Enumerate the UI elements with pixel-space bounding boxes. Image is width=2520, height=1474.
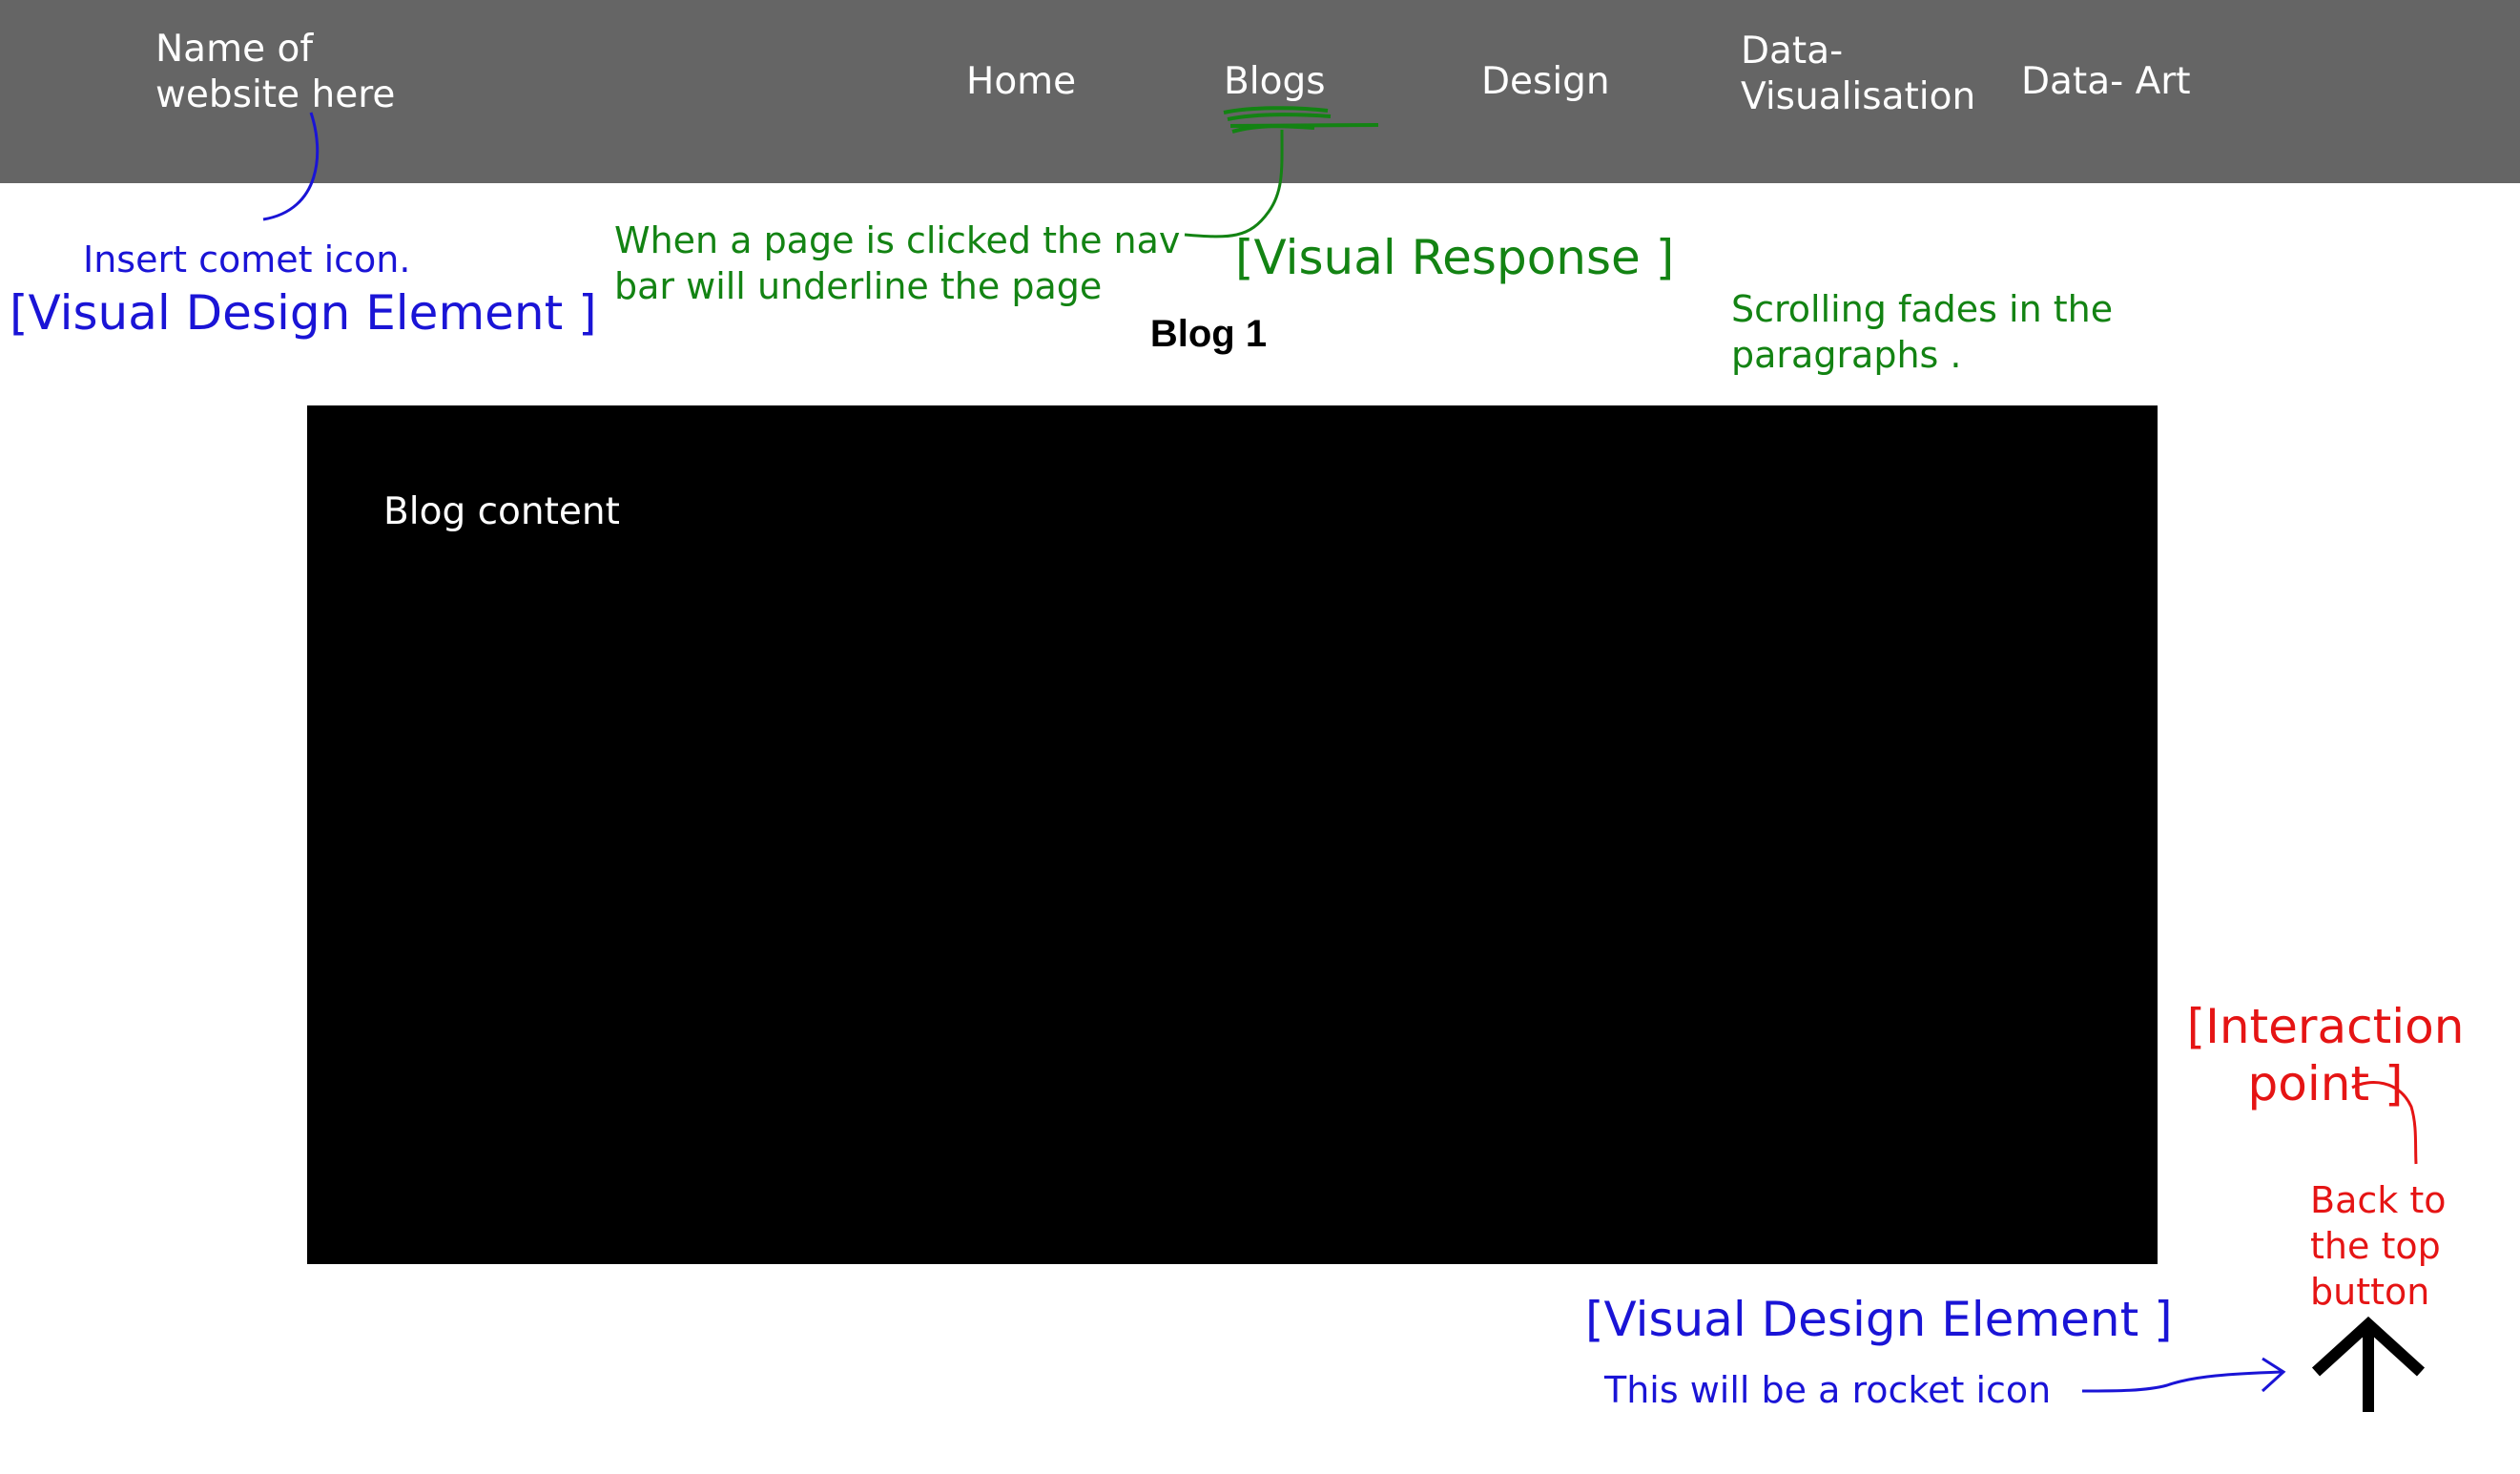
rocket-icon-note: This will be a rocket icon <box>1604 1369 2052 1411</box>
scroll-fade-note: Scrolling fades in the paragraphs . <box>1731 288 2114 376</box>
navbar: Name of website here Home Blogs Design D… <box>0 0 2520 183</box>
back-to-top-note: Back to the top button <box>2310 1179 2447 1313</box>
blog-title: Blog 1 <box>1149 313 1268 355</box>
nav-item-home[interactable]: Home <box>966 59 1076 105</box>
visual-design-element-label-bottom: [Visual Design Element ] <box>1585 1292 2173 1347</box>
nav-underline-note: When a page is clicked the nav bar will … <box>614 219 1181 307</box>
nav-item-data-visualisation[interactable]: Data- Visualisation <box>1741 29 1989 120</box>
blog-content-area: Blog content <box>307 405 2158 1264</box>
arrow-up-icon <box>2311 1316 2426 1412</box>
blog-content-label: Blog content <box>383 490 620 533</box>
site-name[interactable]: Name of website here <box>155 27 403 118</box>
rocket-pointer-arrowhead <box>2261 1357 2286 1393</box>
comet-icon-note: Insert comet icon. <box>83 239 411 280</box>
nav-item-design[interactable]: Design <box>1481 59 1610 105</box>
nav-item-data-art[interactable]: Data- Art <box>2021 59 2191 105</box>
visual-response-label: [Visual Response ] <box>1235 230 1675 285</box>
rocket-pointer-line <box>2081 1370 2282 1393</box>
interaction-point-label: [Interaction point ] <box>2186 999 2465 1111</box>
visual-design-element-label-top: [Visual Design Element ] <box>10 285 597 341</box>
back-to-top-button[interactable] <box>2306 1316 2430 1418</box>
nav-item-blogs[interactable]: Blogs <box>1224 59 1326 105</box>
